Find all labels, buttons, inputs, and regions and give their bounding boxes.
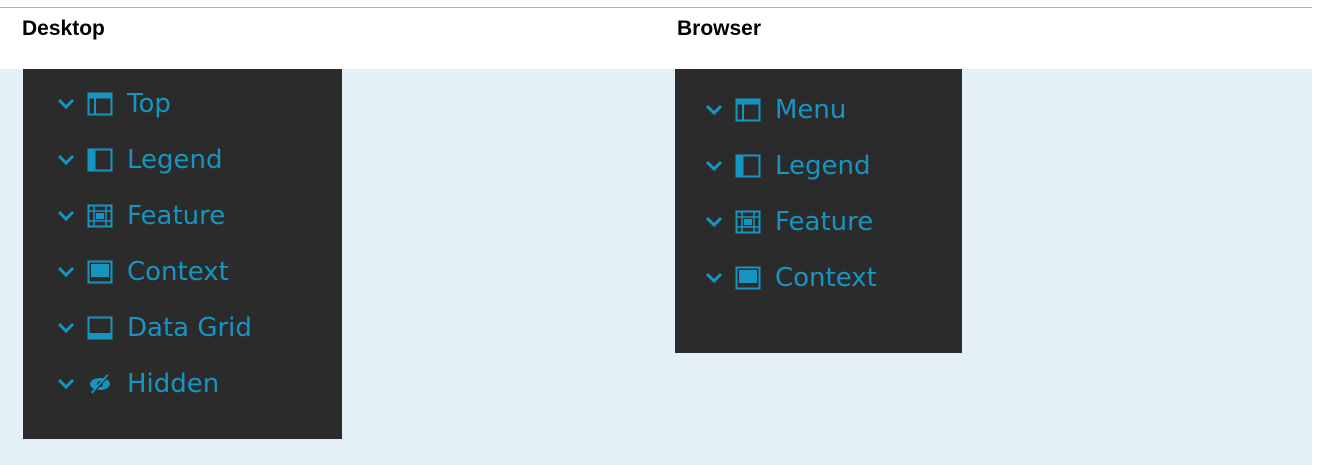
browser-item-label: Feature xyxy=(775,207,874,237)
desktop-item-data-grid[interactable]: Data Grid xyxy=(55,308,252,348)
browser-item-label: Menu xyxy=(775,95,847,125)
desktop-item-label: Hidden xyxy=(127,369,220,399)
desktop-item-label: Legend xyxy=(127,145,223,175)
browser-layout-panel: Menu Legend Feature Context xyxy=(675,69,962,353)
desktop-item-top[interactable]: Top xyxy=(55,84,171,124)
desktop-column-header: Desktop xyxy=(22,17,105,40)
desktop-item-hidden[interactable]: Hidden xyxy=(55,364,219,404)
table-body-row: Top Legend Feature Context Data Grid Hid… xyxy=(0,69,1312,465)
eye-slash-icon xyxy=(87,371,113,397)
desktop-layout-panel: Top Legend Feature Context Data Grid Hid… xyxy=(23,69,342,439)
browser-item-feature[interactable]: Feature xyxy=(703,202,873,242)
chevron-down-icon[interactable] xyxy=(55,261,77,283)
chevron-down-icon[interactable] xyxy=(703,267,725,289)
layout-comparison-table: Desktop Browser Top Legend Feature Conte… xyxy=(0,0,1312,465)
desktop-item-label: Feature xyxy=(127,201,226,231)
browser-item-context[interactable]: Context xyxy=(703,258,877,298)
panel-feature-icon xyxy=(87,203,113,229)
chevron-down-icon[interactable] xyxy=(55,317,77,339)
panel-bottom-icon xyxy=(87,315,113,341)
chevron-down-icon[interactable] xyxy=(703,155,725,177)
browser-item-label: Legend xyxy=(775,151,871,181)
panel-top-icon xyxy=(735,97,761,123)
desktop-item-legend[interactable]: Legend xyxy=(55,140,223,180)
browser-column-header: Browser xyxy=(677,17,762,40)
panel-left-icon xyxy=(87,147,113,173)
browser-item-label: Context xyxy=(775,263,877,293)
desktop-item-feature[interactable]: Feature xyxy=(55,196,225,236)
desktop-item-label: Data Grid xyxy=(127,313,252,343)
desktop-item-label: Top xyxy=(127,89,171,119)
table-header-row: Desktop Browser xyxy=(0,7,1312,70)
panel-context-icon xyxy=(87,259,113,285)
browser-item-legend[interactable]: Legend xyxy=(703,146,871,186)
chevron-down-icon[interactable] xyxy=(55,373,77,395)
panel-context-icon xyxy=(735,265,761,291)
panel-feature-icon xyxy=(735,209,761,235)
chevron-down-icon[interactable] xyxy=(55,205,77,227)
chevron-down-icon[interactable] xyxy=(703,211,725,233)
desktop-item-label: Context xyxy=(127,257,229,287)
chevron-down-icon[interactable] xyxy=(55,149,77,171)
chevron-down-icon[interactable] xyxy=(55,93,77,115)
panel-top-icon xyxy=(87,91,113,117)
browser-item-menu[interactable]: Menu xyxy=(703,90,846,130)
chevron-down-icon[interactable] xyxy=(703,99,725,121)
desktop-item-context[interactable]: Context xyxy=(55,252,229,292)
panel-left-icon xyxy=(735,153,761,179)
